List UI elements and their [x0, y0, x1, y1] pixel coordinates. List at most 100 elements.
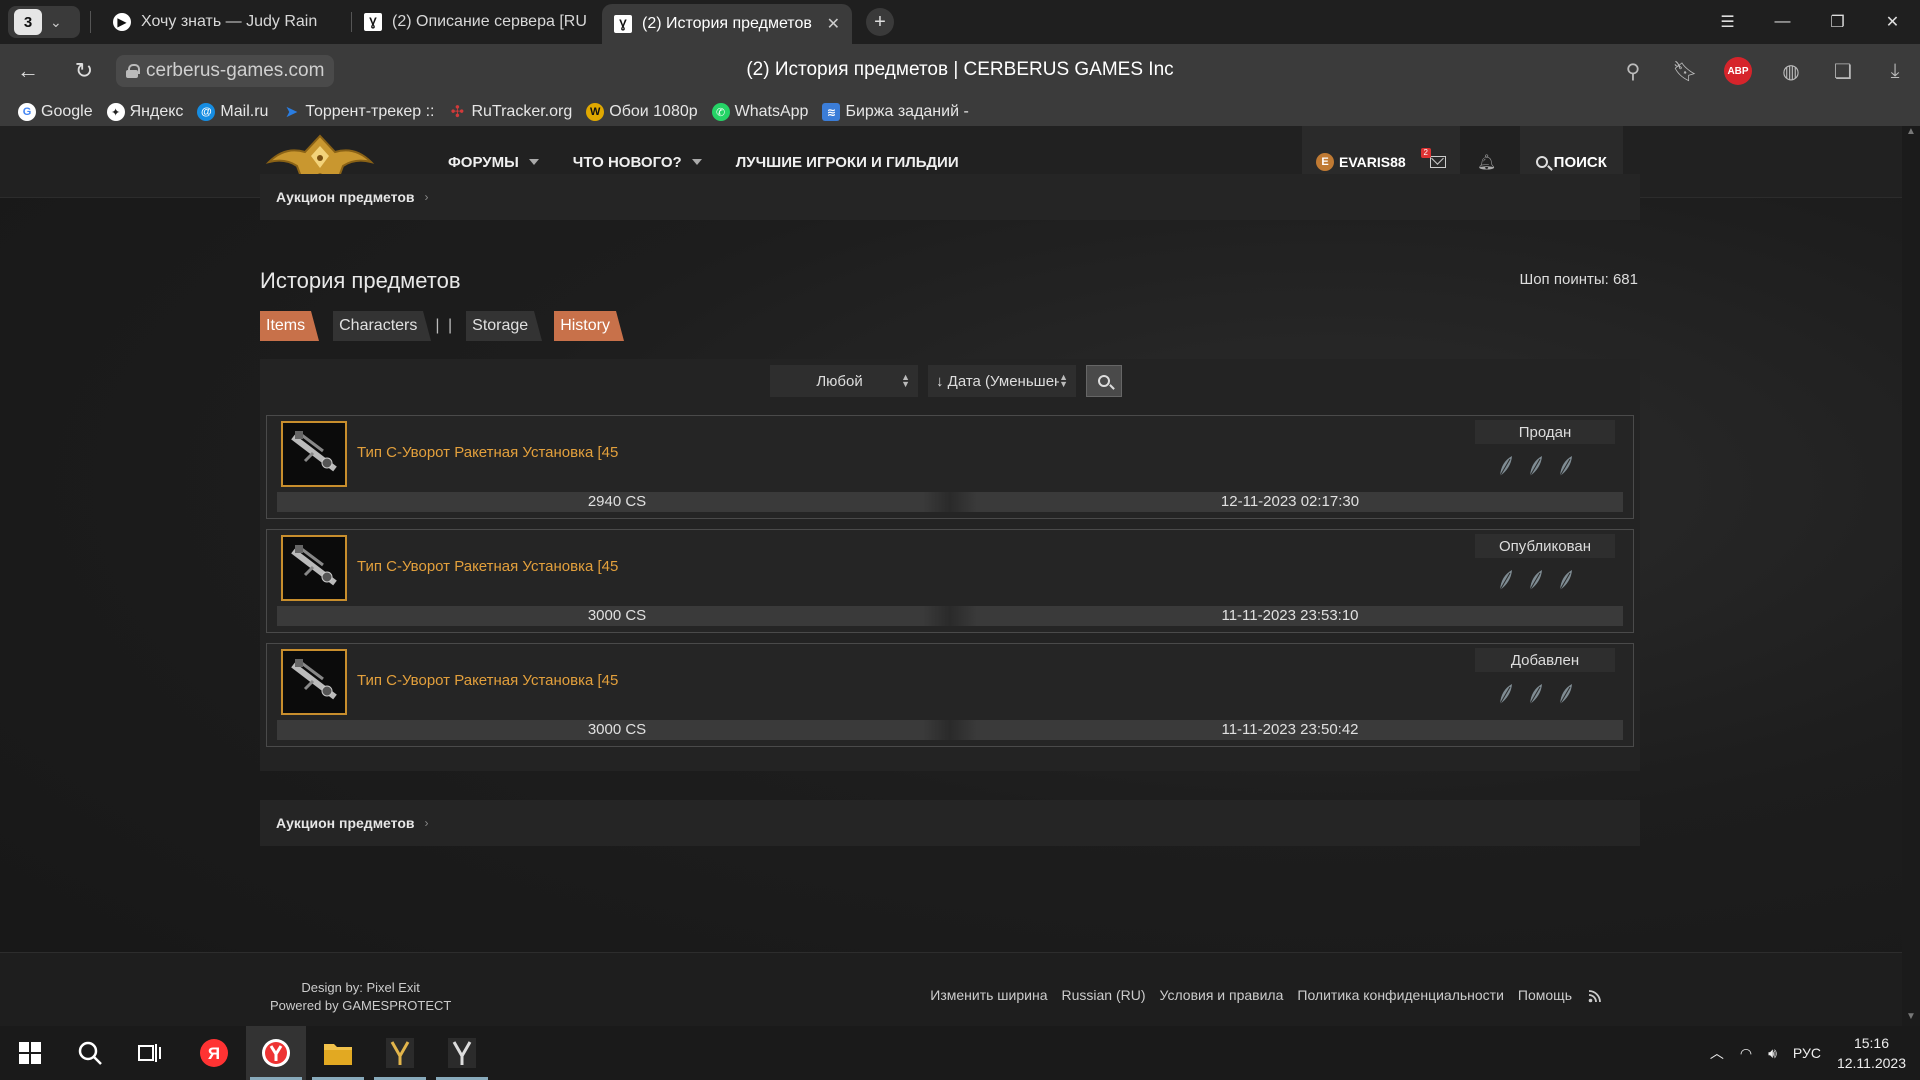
tab-items[interactable]: Items	[260, 311, 320, 341]
caret-down-icon[interactable]	[691, 159, 702, 165]
sort-value: ↓ Дата (Уменьшен	[936, 372, 1060, 390]
item-price: 2940 CS	[587, 493, 647, 510]
tab-counter-button[interactable]: 3 ⌄	[8, 6, 80, 38]
tab-history[interactable]: History	[554, 311, 624, 341]
clock[interactable]: 15:16 12.11.2023	[1837, 1033, 1906, 1073]
tab-storage[interactable]: Storage	[466, 311, 543, 341]
download-icon[interactable]: ⤓	[1882, 60, 1908, 83]
start-button[interactable]	[0, 1026, 60, 1080]
bookmark-mailru[interactable]: @ Mail.ru	[197, 103, 268, 121]
filters: Любой ▲ ▼ ↓ Дата (Уменьшен ▲ ▼	[770, 365, 1122, 397]
windows-logo-icon	[19, 1042, 41, 1064]
user-name[interactable]: E EVARIS88	[1316, 153, 1406, 171]
rating	[1497, 682, 1575, 706]
yandex-star-icon: ✦	[106, 103, 125, 121]
filter-search-button[interactable]	[1086, 365, 1122, 397]
window-controls: ☰ — ❐ ✕	[1700, 0, 1920, 44]
browser-tab[interactable]: ▶ Хочу знать — Judy Rain	[101, 4, 351, 40]
task-view-button[interactable]	[120, 1026, 180, 1080]
page-viewport: ФОРУМЫ ЧТО НОВОГО? ЛУЧШИЕ ИГРОКИ И ГИЛЬД…	[0, 126, 1902, 1026]
bookmark-icon[interactable]: 🔖︎	[1672, 59, 1698, 84]
tab-title: Хочу знать — Judy Rain	[141, 13, 318, 30]
type-filter-select[interactable]: Любой ▲ ▼	[770, 365, 918, 397]
nav-forums[interactable]: ФОРУМЫ	[448, 154, 539, 171]
powered-credit[interactable]: Powered by GAMESPROTECT	[270, 997, 451, 1015]
credits: Design by: Pixel Exit Powered by GAMESPR…	[270, 979, 451, 1015]
item-name[interactable]: Тип С-Уворот Ракетная Установка [45	[357, 444, 618, 461]
footer-link-language[interactable]: Russian (RU)	[1061, 987, 1145, 1003]
scroll-down-icon[interactable]: ▼	[1902, 1011, 1920, 1022]
taskbar-file-explorer[interactable]	[308, 1026, 368, 1080]
item-thumbnail[interactable]	[281, 649, 347, 715]
user-name-text: EVARIS88	[1339, 154, 1406, 170]
clock-date: 12.11.2023	[1836, 1055, 1906, 1071]
footer-link-width[interactable]: Изменить ширина	[930, 987, 1047, 1003]
bookmark-rutracker[interactable]: ✣ RuTracker.org	[448, 103, 572, 121]
bookmark-wallpapers[interactable]: W Обои 1080p	[586, 103, 698, 121]
network-icon[interactable]: ◠	[1740, 1045, 1752, 1062]
language-indicator[interactable]: РУС	[1793, 1045, 1821, 1061]
rss-icon[interactable]	[1588, 989, 1602, 1003]
nav-top-players[interactable]: ЛУЧШИЕ ИГРОКИ И ГИЛЬДИИ	[736, 154, 959, 171]
volume-icon[interactable]: 🔊︎	[1768, 1045, 1777, 1062]
close-icon[interactable]: ✕	[827, 14, 840, 34]
browser-tab-active[interactable]: Ɣ (2) История предметов ✕	[602, 4, 852, 44]
footer-link-terms[interactable]: Условия и правила	[1160, 987, 1284, 1003]
bookmark-label: Биржа заданий -	[845, 103, 969, 120]
reload-icon[interactable]: ↻	[56, 58, 112, 84]
bookmark-torrent[interactable]: ➤ Торрент-трекер ::	[282, 103, 435, 121]
minimize-icon[interactable]: —	[1755, 13, 1810, 31]
taskbar-search[interactable]	[60, 1026, 120, 1080]
footer-link-help[interactable]: Помощь	[1518, 987, 1572, 1003]
system-tray: ︿ ◠ 🔊︎ РУС 15:16 12.11.2023	[1710, 1026, 1906, 1080]
mail-icon[interactable]: 2	[1420, 148, 1446, 168]
restore-icon[interactable]: ❐	[1810, 12, 1865, 32]
back-arrow-icon[interactable]: ←	[0, 58, 56, 84]
bookmark-label: Google	[41, 103, 93, 120]
breadcrumb-link[interactable]: Аукцион предметов	[276, 189, 414, 205]
tab-characters[interactable]: Characters	[333, 311, 432, 341]
taskbar-cerberus-app-2[interactable]	[432, 1026, 492, 1080]
caret-down-icon[interactable]	[528, 159, 539, 165]
close-window-icon[interactable]: ✕	[1865, 12, 1920, 32]
item-info-bar: 3000 CS 11-11-2023 23:50:42	[277, 720, 1623, 740]
new-tab-button[interactable]: +	[866, 8, 894, 36]
url-field[interactable]: cerberus-games.com	[116, 55, 335, 87]
item-name[interactable]: Тип С-Уворот Ракетная Установка [45	[357, 672, 618, 689]
clock-time: 15:16	[1853, 1035, 1889, 1051]
nav-whats-new[interactable]: ЧТО НОВОГО?	[573, 154, 702, 171]
taskbar-cerberus-app[interactable]	[370, 1026, 430, 1080]
item-thumbnail[interactable]	[281, 421, 347, 487]
mail-badge: 2	[1420, 148, 1431, 158]
whatsapp-icon: ✆	[711, 103, 730, 121]
bookmark-yandex[interactable]: ✦ Яндекс	[106, 103, 183, 121]
tab-title: (2) Описание сервера [RU	[392, 13, 587, 30]
bookmark-google[interactable]: G Google	[18, 103, 93, 121]
menu-icon[interactable]: ☰	[1700, 12, 1755, 32]
url-text: cerberus-games.com	[146, 60, 325, 81]
taskbar-yandex-app[interactable]: Я	[184, 1026, 244, 1080]
adblock-icon[interactable]: ABP	[1724, 57, 1752, 85]
globe-icon[interactable]: ◍	[1778, 59, 1804, 84]
browser-tab[interactable]: Ɣ (2) Описание сервера [RU	[352, 4, 602, 40]
chevron-up-icon[interactable]: ︿	[1710, 1043, 1724, 1063]
tab-count: 3	[14, 9, 42, 35]
footer-link-privacy[interactable]: Политика конфиденциальности	[1297, 987, 1504, 1003]
sort-select[interactable]: ↓ Дата (Уменьшен ▲ ▼	[928, 365, 1076, 397]
nav-whats-new-label: ЧТО НОВОГО?	[572, 153, 682, 171]
torrent-icon: ➤	[284, 104, 299, 121]
search-key-icon[interactable]: ⚲	[1620, 59, 1646, 84]
bookmarks-bar: G Google ✦ Яндекс @ Mail.ru ➤ Торрент-тр…	[0, 98, 1920, 126]
bookmark-task-exchange[interactable]: ≋ Биржа заданий -	[822, 103, 969, 121]
breadcrumb-link[interactable]: Аукцион предметов	[276, 815, 414, 831]
bookmark-whatsapp[interactable]: ✆ WhatsApp	[711, 103, 808, 121]
taskbar-yandex-browser[interactable]	[246, 1026, 306, 1080]
design-credit[interactable]: Design by: Pixel Exit	[270, 979, 451, 997]
rating	[1497, 568, 1575, 592]
item-thumbnail[interactable]	[281, 535, 347, 601]
reader-icon[interactable]: ❏	[1830, 59, 1856, 84]
scroll-up-icon[interactable]: ▲	[1902, 126, 1920, 137]
page-scrollbar[interactable]: ▲ ▼	[1902, 126, 1920, 1026]
wallpaper-icon: W	[586, 103, 605, 121]
item-name[interactable]: Тип С-Уворот Ракетная Установка [45	[357, 558, 618, 575]
